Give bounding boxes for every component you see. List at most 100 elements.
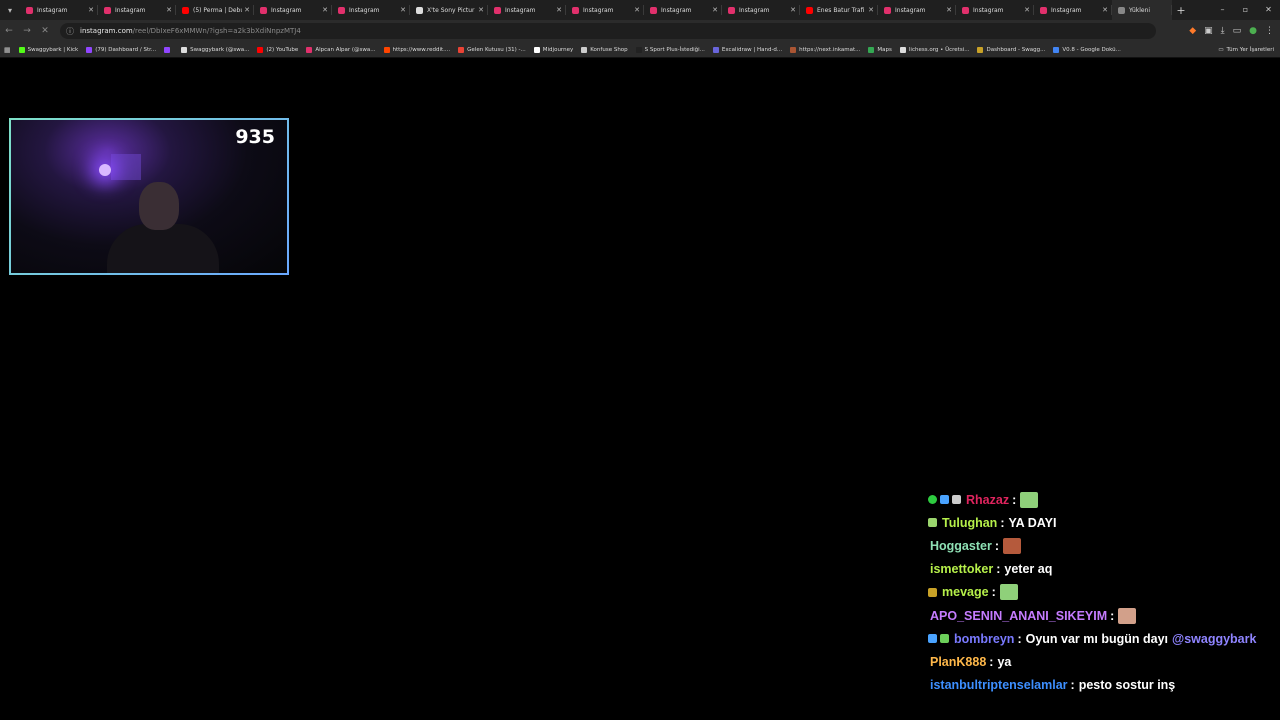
browser-tab[interactable]: Instagram ✕ [98, 0, 176, 20]
chat-message: mevage: [928, 581, 1273, 604]
tab-label: (5) Perma | Debu [193, 6, 243, 14]
tab-close-icon[interactable]: ✕ [1024, 6, 1030, 14]
bookmark-item[interactable]: (2) YouTube [257, 46, 298, 53]
bookmark-label: Swaggybark | Kick [27, 46, 79, 53]
download-icon[interactable]: ⤓ [1221, 26, 1225, 36]
bookmark-item[interactable]: https://www.reddit.... [383, 46, 451, 53]
chat-badge-icon [940, 634, 949, 644]
instagram-icon [338, 6, 345, 14]
minimize-icon[interactable]: – [1211, 0, 1234, 20]
forward-icon[interactable]: → [18, 26, 36, 36]
tab-close-icon[interactable]: ✕ [634, 6, 640, 14]
bookmark-favicon-icon [790, 46, 797, 53]
tab-close-icon[interactable]: ✕ [88, 6, 94, 14]
chat-separator: : [1017, 631, 1022, 646]
chat-text: pesto sostur inş [1078, 678, 1176, 693]
browser-tab[interactable]: Instagram ✕ [488, 0, 566, 20]
tab-label: Instagram [37, 6, 68, 14]
tab-close-icon[interactable]: ✕ [946, 6, 952, 14]
bookmark-item[interactable]: Alpcan Alpar (@swa... [306, 46, 376, 53]
browser-tab[interactable]: Yükleni [1112, 0, 1172, 20]
bookmark-item[interactable]: Gelen Kutusu (31) -... [458, 46, 526, 53]
site-info-icon[interactable]: ⓘ [66, 26, 74, 37]
bookmark-item[interactable]: Swaggybark | Kick [18, 46, 79, 53]
browser-tab[interactable]: Instagram ✕ [722, 0, 800, 20]
address-bar[interactable]: ⓘ instagram.com /reel/DbIxeF6xMMWn/?igsh… [60, 23, 1156, 39]
tab-label: Instagram [739, 6, 770, 14]
browser-tab[interactable]: Instagram ✕ [566, 0, 644, 20]
bookmark-item[interactable]: V0.8 - Google Dokü... [1053, 46, 1121, 53]
chat-badge-icon [928, 495, 937, 505]
tab-close-icon[interactable]: ✕ [322, 6, 328, 14]
extension-icon[interactable]: ◆ [1189, 26, 1196, 36]
chat-message: bombreyn: Oyun var mı bugün dayı @swaggyba… [928, 627, 1273, 650]
bookmark-item[interactable]: lichess.org • Ücretsi... [899, 46, 970, 53]
chat-username: Hoggaster [930, 538, 992, 553]
bookmark-item[interactable]: Swaggybark (@swa... [181, 46, 249, 53]
apps-grid-icon[interactable]: ▦ [4, 46, 11, 54]
bookmark-favicon-icon [383, 46, 390, 53]
browser-tab[interactable]: Instagram ✕ [878, 0, 956, 20]
close-window-icon[interactable]: ✕ [1257, 0, 1280, 20]
bookmark-label: https://www.reddit.... [392, 46, 451, 53]
tab-close-icon[interactable]: ✕ [1102, 6, 1108, 14]
stop-loading-icon[interactable]: ✕ [36, 26, 54, 36]
chat-mention: @swaggybark [1172, 631, 1257, 646]
browser-tab[interactable]: Instagram ✕ [254, 0, 332, 20]
tab-label: Instagram [661, 6, 692, 14]
browser-tab[interactable]: Instagram ✕ [332, 0, 410, 20]
new-tab-button[interactable]: + [1172, 4, 1190, 17]
browser-tab[interactable]: X'te Sony Pictur ✕ [410, 0, 488, 20]
bookmark-favicon-icon [1053, 46, 1060, 53]
chat-badge-icon [928, 634, 937, 644]
bookmark-item[interactable] [164, 46, 173, 53]
tab-close-icon[interactable]: ✕ [556, 6, 562, 14]
tab-label: Yükleni [1129, 6, 1151, 14]
chat-badge-icon [940, 495, 949, 505]
bookmark-item[interactable]: Dashboard - Swagg... [977, 46, 1045, 53]
tab-close-icon[interactable]: ✕ [400, 6, 406, 14]
bookmark-item[interactable]: Midjourney [533, 46, 573, 53]
extensions-puzzle-icon[interactable]: ▣ [1204, 26, 1213, 36]
bookmark-favicon-icon [899, 46, 906, 53]
all-bookmarks-label: Tüm Yer İşaretleri [1226, 47, 1274, 53]
tab-close-icon[interactable]: ✕ [790, 6, 796, 14]
tab-close-icon[interactable]: ✕ [712, 6, 718, 14]
bookmark-label: (79) Dashboard / Str... [95, 46, 157, 53]
browser-tab[interactable]: Instagram ✕ [20, 0, 98, 20]
instagram-icon [260, 6, 267, 14]
bookmark-item[interactable]: Konfuse Shop [581, 46, 628, 53]
tab-close-icon[interactable]: ✕ [166, 6, 172, 14]
browser-toolbar: ← → ✕ ⓘ instagram.com /reel/DbIxeF6xMMWn… [0, 20, 1280, 42]
bookmark-item[interactable]: Maps [868, 46, 892, 53]
all-bookmarks-button[interactable]: ▭ Tüm Yer İşaretleri [1218, 42, 1274, 58]
tab-close-icon[interactable]: ✕ [868, 6, 874, 14]
browser-tab[interactable]: Instagram ✕ [956, 0, 1034, 20]
tab-close-icon[interactable]: ✕ [244, 6, 250, 14]
tab-search-icon[interactable]: ▾ [0, 0, 20, 20]
streamer-body [107, 224, 219, 273]
tab-label: Instagram [583, 6, 614, 14]
profile-avatar-icon[interactable]: ● [1249, 26, 1257, 36]
back-icon[interactable]: ← [0, 26, 18, 36]
bookmark-item[interactable]: (79) Dashboard / Str... [86, 46, 157, 53]
browser-tab[interactable]: Instagram ✕ [1034, 0, 1112, 20]
bookmark-label: lichess.org • Ücretsi... [908, 46, 970, 53]
bookmark-item[interactable]: https://next.inkamat... [790, 46, 860, 53]
bookmark-item[interactable]: Excalidraw | Hand-d... [712, 46, 782, 53]
browser-tab[interactable]: Instagram ✕ [644, 0, 722, 20]
chat-text: Oyun var mı bugün dayı [1025, 631, 1168, 646]
browser-menu-icon[interactable]: ⋮ [1265, 26, 1274, 36]
bookmark-favicon-icon [635, 46, 642, 53]
browser-tab[interactable]: Enes Batur Trafi ✕ [800, 0, 878, 20]
browser-tab[interactable]: (5) Perma | Debu ✕ [176, 0, 254, 20]
cast-icon[interactable]: ▭ [1233, 26, 1242, 36]
maximize-icon[interactable]: ▫ [1234, 0, 1257, 20]
webcam-lamp [99, 164, 111, 176]
tab-close-icon[interactable]: ✕ [478, 6, 484, 14]
tab-strip: ▾ Instagram ✕ Instagram ✕ (5) Perma | Debu ✕ I… [0, 0, 1280, 20]
bookmark-item[interactable]: S Sport Plus-İstediği... [635, 46, 705, 53]
chat-separator: : [1000, 515, 1005, 530]
bookmark-favicon-icon [18, 46, 25, 53]
chat-separator: : [1012, 492, 1017, 507]
